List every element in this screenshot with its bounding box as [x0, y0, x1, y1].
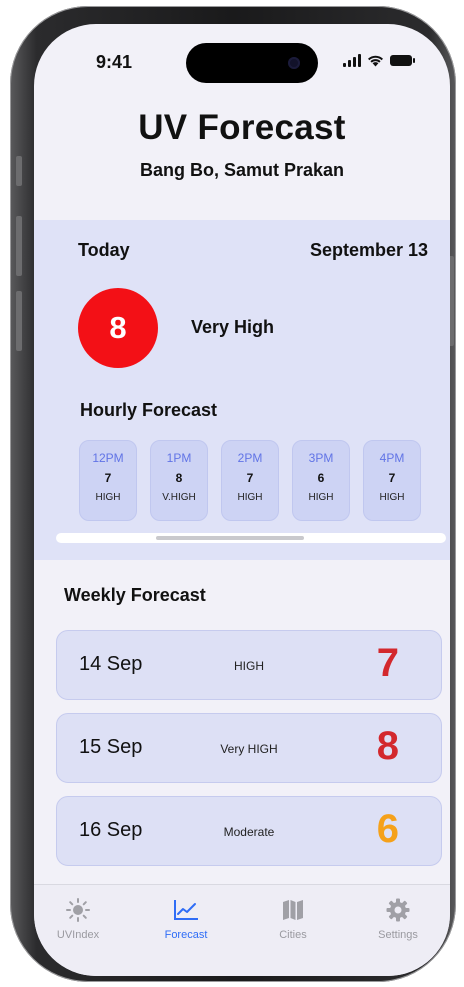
status-bar: 9:41 — [34, 24, 450, 94]
sun-icon — [66, 898, 90, 922]
hourly-card[interactable]: 3PM 6 HIGH — [292, 440, 350, 521]
volume-down-button — [16, 291, 22, 351]
hourly-time: 1PM — [166, 451, 192, 465]
hourly-uv-level: HIGH — [308, 492, 334, 503]
gear-icon — [386, 898, 410, 922]
weekly-row[interactable]: 16 Sep Moderate 6 — [56, 796, 442, 866]
hourly-forecast-title: Hourly Forecast — [80, 400, 218, 420]
signal-icon — [343, 54, 361, 67]
camera-icon — [288, 57, 300, 69]
hourly-uv-value: 7 — [104, 471, 112, 485]
hourly-card[interactable]: 12PM 7 HIGH — [79, 440, 137, 521]
hourly-forecast-list[interactable]: 12PM 7 HIGH 1PM 8 V.HIGH 2PM 7 HIGH 3PM … — [79, 440, 421, 521]
weekly-forecast-title: Weekly Forecast — [64, 585, 206, 605]
weekly-row[interactable]: 15 Sep Very HIGH 8 — [56, 713, 442, 783]
today-label: Today — [78, 240, 130, 260]
dynamic-island — [186, 43, 318, 83]
tab-cities[interactable]: Cities — [243, 897, 343, 941]
weekly-uv-value: 8 — [376, 724, 399, 768]
tab-bar: UVIndex Forecast Cities Settings — [34, 884, 450, 976]
tab-uvindex[interactable]: UVIndex — [34, 897, 128, 941]
uv-index-badge: 8 — [78, 288, 158, 368]
status-icons — [343, 54, 415, 67]
status-time: 9:41 — [96, 52, 133, 72]
tab-label: Cities — [279, 929, 307, 941]
tab-forecast[interactable]: Forecast — [136, 897, 236, 941]
hourly-uv-level: HIGH — [95, 492, 121, 503]
hourly-time: 3PM — [308, 451, 334, 465]
map-icon — [283, 900, 303, 920]
hourly-uv-level: V.HIGH — [162, 492, 196, 503]
wifi-icon — [368, 55, 383, 67]
scrollbar-thumb[interactable] — [156, 536, 304, 540]
phone-frame: 9:41 UV Forecast Bang Bo, Samut Prakan T… — [10, 6, 456, 982]
today-date: September 13 — [309, 240, 428, 260]
hourly-uv-value: 8 — [175, 471, 183, 485]
hourly-card[interactable]: 2PM 7 HIGH — [221, 440, 279, 521]
tab-label: Forecast — [164, 929, 208, 941]
uv-level-text: Very High — [191, 317, 275, 337]
hourly-time: 12PM — [92, 451, 124, 465]
action-button — [16, 156, 22, 186]
tab-label: Settings — [378, 929, 418, 941]
hourly-uv-value: 7 — [388, 471, 396, 485]
location-name: Bang Bo, Samut Prakan — [139, 160, 345, 180]
today-card: Today September 13 8 Very High Hourly Fo… — [34, 220, 450, 560]
hourly-time: 2PM — [237, 451, 263, 465]
header: UV Forecast Bang Bo, Samut Prakan — [34, 108, 450, 181]
volume-up-button — [16, 216, 22, 276]
hourly-uv-value: 6 — [317, 471, 325, 485]
battery-icon — [390, 55, 415, 66]
screen: 9:41 UV Forecast Bang Bo, Samut Prakan T… — [34, 24, 450, 976]
tab-settings[interactable]: Settings — [348, 897, 448, 941]
chart-icon — [174, 900, 198, 920]
weekly-row[interactable]: 14 Sep HIGH 7 — [56, 630, 442, 700]
tab-label: UVIndex — [56, 929, 100, 941]
weekly-uv-value: 7 — [376, 641, 399, 685]
hourly-time: 4PM — [379, 451, 405, 465]
hourly-uv-level: HIGH — [237, 492, 263, 503]
hourly-card[interactable]: 1PM 8 V.HIGH — [150, 440, 208, 521]
hourly-card[interactable]: 4PM 7 HIGH — [363, 440, 421, 521]
page-title: UV Forecast — [138, 108, 346, 147]
hourly-scrollbar[interactable] — [56, 533, 446, 543]
hourly-uv-value: 7 — [246, 471, 254, 485]
weekly-uv-value: 6 — [376, 807, 399, 851]
hourly-uv-level: HIGH — [379, 492, 405, 503]
